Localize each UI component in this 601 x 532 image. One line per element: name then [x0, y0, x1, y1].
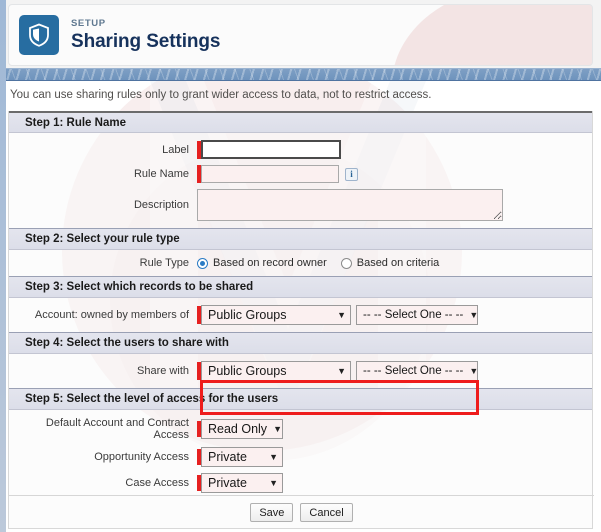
- owner-group-type-value: Public Groups: [208, 308, 287, 322]
- default-access-row: Default Account and Contract Access Read…: [9, 417, 592, 441]
- step-1-body: Label Rule Name i Description: [9, 133, 592, 228]
- chevron-down-icon: ▼: [273, 423, 282, 434]
- case-access-row: Case Access Private ▼: [9, 473, 592, 493]
- rule-type-label: Rule Type: [139, 257, 189, 269]
- case-access-value: Private: [208, 476, 247, 490]
- decorative-blue-band: [0, 68, 601, 81]
- header-decoration: [392, 5, 592, 65]
- sharing-settings-page: SETUP Sharing Settings You can use shari…: [0, 0, 601, 532]
- label-input[interactable]: [201, 140, 341, 159]
- share-with-group-value: -- -- Select One -- --: [363, 365, 464, 377]
- opportunity-access-row: Opportunity Access Private ▼: [9, 447, 592, 467]
- step-2-header: Step 2: Select your rule type: [9, 228, 592, 250]
- step-4-body: Share with Public Groups ▼ -- -- Select …: [9, 354, 592, 388]
- label-field-label: Label: [162, 143, 189, 156]
- chevron-down-icon: ▼: [337, 365, 346, 376]
- owner-group-type-select[interactable]: Public Groups ▼: [201, 305, 351, 325]
- step-3-header: Step 3: Select which records to be share…: [9, 276, 592, 298]
- shield-icon: [19, 15, 59, 55]
- share-with-group-type-value: Public Groups: [208, 364, 287, 378]
- share-with-group-value-select[interactable]: -- -- Select One -- -- ▼: [356, 361, 478, 381]
- step-4-header: Step 4: Select the users to share with: [9, 332, 592, 354]
- description-textarea[interactable]: [197, 189, 503, 221]
- opportunity-access-value: Private: [208, 450, 247, 464]
- owner-group-value: -- -- Select One -- --: [363, 309, 464, 321]
- label-row: Label: [9, 140, 592, 159]
- chevron-down-icon: ▼: [469, 365, 479, 376]
- radio-dot: [340, 257, 352, 269]
- page-body: You can use sharing rules only to grant …: [0, 81, 601, 532]
- rule-name-row: Rule Name i: [9, 165, 592, 183]
- setup-eyebrow: SETUP: [71, 17, 106, 29]
- share-with-label: Share with: [137, 365, 189, 377]
- footer-divider: [9, 495, 594, 496]
- left-edge-strip: [0, 0, 6, 532]
- save-button[interactable]: Save: [250, 503, 294, 522]
- setup-header: SETUP Sharing Settings: [8, 4, 593, 66]
- step-3-body: Account: owned by members of Public Grou…: [9, 298, 592, 332]
- rule-name-input[interactable]: [201, 165, 339, 183]
- sharing-rule-form: Step 1: Rule Name Label Rule Name i Desc…: [8, 111, 594, 529]
- case-access-label: Case Access: [125, 477, 189, 489]
- opportunity-access-select[interactable]: Private ▼: [201, 447, 283, 467]
- chevron-down-icon: ▼: [269, 451, 278, 462]
- step-1-header: Step 1: Rule Name: [9, 111, 592, 133]
- notice-text: You can use sharing rules only to grant …: [10, 89, 432, 101]
- rule-name-field-label: Rule Name: [133, 168, 189, 180]
- owned-by-row: Account: owned by members of Public Grou…: [9, 305, 592, 325]
- chevron-down-icon: ▼: [469, 309, 479, 320]
- radio-dot-selected: [197, 257, 208, 269]
- info-icon[interactable]: i: [345, 167, 358, 181]
- default-access-label: Default Account and Contract Access: [45, 417, 189, 441]
- opportunity-access-label: Opportunity Access: [94, 451, 189, 463]
- case-access-select[interactable]: Private ▼: [201, 473, 283, 493]
- radio-label: Based on criteria: [356, 257, 440, 269]
- default-access-select[interactable]: Read Only ▼: [201, 419, 283, 439]
- description-row: Description: [9, 189, 592, 221]
- step-5-body: Default Account and Contract Access Read…: [9, 410, 592, 500]
- step-2-body: Rule Type Based on record owner Based on…: [9, 250, 592, 276]
- owned-by-label: Account: owned by members of: [34, 309, 189, 321]
- form-actions: Save Cancel: [9, 503, 594, 522]
- default-access-value: Read Only: [208, 422, 268, 436]
- radio-label: Based on record owner: [213, 257, 327, 269]
- rule-type-row: Rule Type Based on record owner Based on…: [9, 257, 592, 269]
- owner-group-value-select[interactable]: -- -- Select One -- -- ▼: [356, 305, 478, 325]
- step-5-header: Step 5: Select the level of access for t…: [9, 388, 592, 410]
- cancel-button[interactable]: Cancel: [300, 503, 353, 522]
- radio-based-on-record-owner[interactable]: Based on record owner: [197, 257, 327, 269]
- radio-based-on-criteria[interactable]: Based on criteria: [340, 257, 440, 269]
- share-with-row: Share with Public Groups ▼ -- -- Select …: [9, 361, 592, 381]
- page-title: Sharing Settings: [71, 30, 221, 52]
- description-field-label: Description: [133, 199, 189, 211]
- share-with-group-type-select[interactable]: Public Groups ▼: [201, 361, 351, 381]
- chevron-down-icon: ▼: [269, 477, 278, 488]
- chevron-down-icon: ▼: [337, 309, 346, 320]
